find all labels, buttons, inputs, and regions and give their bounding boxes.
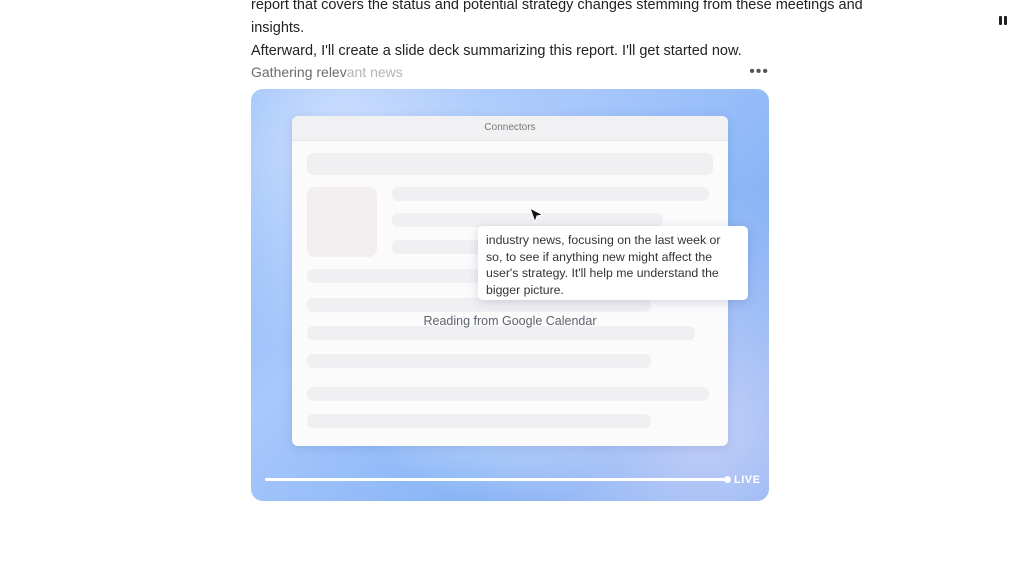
task-title-main: Gathering relev — [251, 64, 347, 80]
message-line-1: report that covers the status and potent… — [251, 0, 863, 36]
task-title-faded: ant news — [346, 64, 403, 80]
pause-icon — [999, 15, 1002, 25]
skeleton-bar — [307, 414, 651, 428]
skeleton-bar — [307, 354, 651, 368]
mouse-cursor-icon — [529, 207, 545, 224]
skeleton-bar — [307, 326, 695, 340]
skeleton-bar — [307, 153, 713, 175]
skeleton-bar — [392, 187, 709, 201]
panel-title: Connectors — [292, 116, 728, 141]
progress-handle[interactable] — [724, 476, 731, 483]
skeleton-bar — [307, 298, 651, 312]
pause-button[interactable] — [997, 14, 1009, 26]
more-options-button[interactable]: ••• — [749, 64, 769, 80]
live-badge: LIVE — [734, 474, 761, 486]
more-horizontal-icon: ••• — [749, 63, 769, 80]
task-step-header: Gathering relevant news ••• — [251, 62, 769, 82]
skeleton-bar — [392, 213, 663, 227]
skeleton-thumbnail — [307, 187, 377, 257]
pause-icon-bar — [1004, 15, 1007, 25]
assistant-message: report that covers the status and potent… — [251, 0, 911, 63]
progress-fill — [265, 478, 727, 481]
reading-status: Reading from Google Calendar — [423, 314, 597, 328]
message-line-2: Afterward, I'll create a slide deck summ… — [251, 43, 742, 59]
thought-tooltip: industry news, focusing on the last week… — [478, 226, 748, 300]
skeleton-bar — [307, 387, 709, 401]
replay-progress-bar[interactable] — [265, 476, 731, 483]
computer-replay-view: Connectors Reading from Google Calendar … — [251, 89, 769, 501]
task-title: Gathering relevant news — [251, 64, 403, 80]
